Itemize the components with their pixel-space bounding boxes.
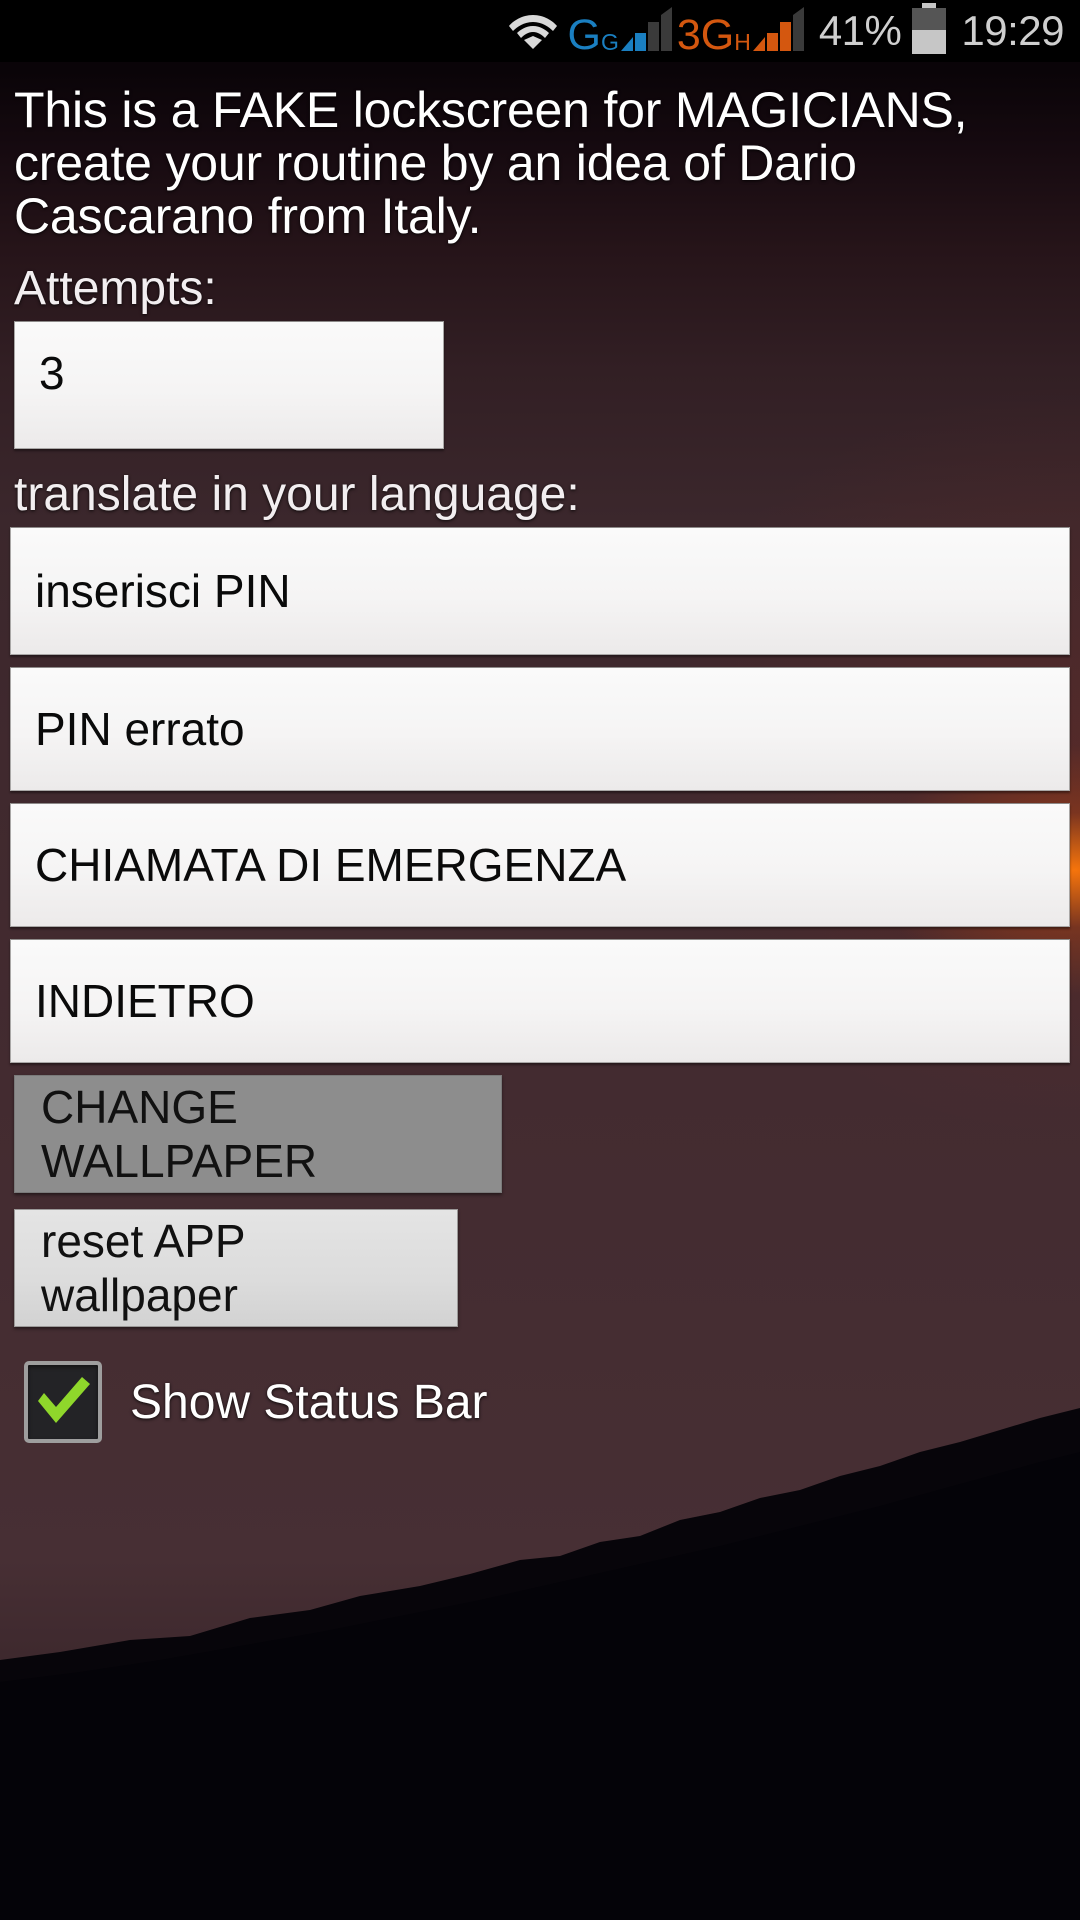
translate-fields-group: inserisci PIN PIN errato CHIAMATA DI EME… <box>10 527 1070 1063</box>
checkmark-icon <box>38 1377 90 1423</box>
status-bar[interactable]: G G 3G H 41% 19:29 <box>0 0 1080 62</box>
emergency-call-input[interactable]: CHIAMATA DI EMERGENZA <box>10 803 1070 927</box>
signal-bars-icon <box>752 6 805 56</box>
network-g-superscript: G <box>600 28 619 55</box>
attempts-input[interactable]: 3 <box>14 321 444 449</box>
network-indicator-3g: 3G H <box>676 6 805 59</box>
wifi-icon <box>509 9 558 54</box>
network-g-label: G <box>567 10 601 59</box>
back-input[interactable]: INDIETRO <box>10 939 1070 1063</box>
battery-percent-label: 41% <box>818 7 902 54</box>
intro-description-text: This is a FAKE lockscreen for MAGICIANS,… <box>14 82 968 244</box>
settings-screen: This is a FAKE lockscreen for MAGICIANS,… <box>0 62 1080 1920</box>
enter-pin-input[interactable]: inserisci PIN <box>10 527 1070 655</box>
network-3g-superscript: H <box>734 28 751 55</box>
reset-app-wallpaper-button[interactable]: reset APP wallpaper <box>14 1209 458 1327</box>
attempts-label: Attempts: <box>14 262 217 315</box>
wrong-pin-input[interactable]: PIN errato <box>10 667 1070 791</box>
signal-bars-icon <box>620 6 673 56</box>
clock-label: 19:29 <box>961 7 1064 54</box>
translate-label: translate in your language: <box>14 468 580 521</box>
buttons-group: CHANGE WALLPAPER reset APP wallpaper <box>10 1075 1070 1327</box>
show-status-bar-label: Show Status Bar <box>130 1375 488 1429</box>
show-status-bar-row[interactable]: Show Status Bar <box>24 1361 1070 1443</box>
change-wallpaper-button[interactable]: CHANGE WALLPAPER <box>14 1075 502 1193</box>
show-status-bar-checkbox[interactable] <box>24 1361 102 1443</box>
battery-icon <box>911 2 947 60</box>
network-3g-label: 3G <box>676 10 735 59</box>
network-indicator-g: G G <box>567 6 673 59</box>
